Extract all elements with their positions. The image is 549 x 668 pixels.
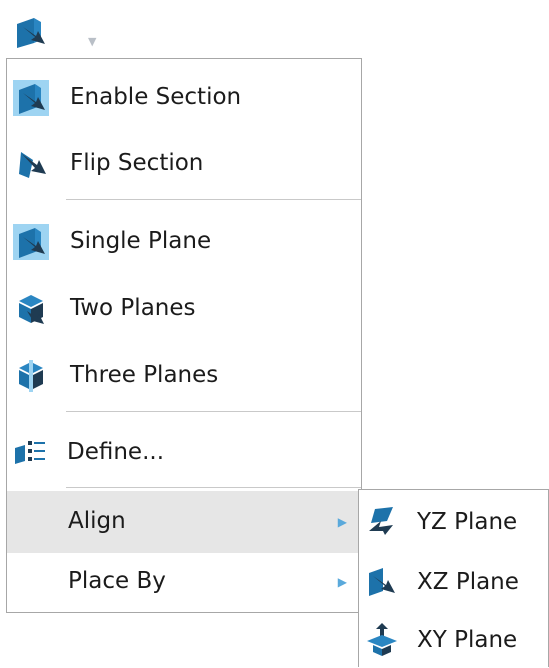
section-menu: Enable Section Flip Section Single Plane [6,58,362,613]
menu-item-label: Align [68,508,126,534]
menu-item-label: Define... [67,439,165,465]
menu-item-label: Two Planes [70,295,196,321]
three-planes-icon [13,358,49,394]
flip-section-icon [13,146,49,182]
yz-plane-icon [365,505,399,539]
xz-plane-icon [365,565,399,599]
menu-item-enable-section[interactable]: Enable Section [7,75,361,121]
single-plane-icon [13,224,49,260]
menu-item-align[interactable]: Align ▶ [7,491,361,553]
menu-item-label: Single Plane [70,228,212,254]
menu-item-label: Place By [68,568,166,594]
submenu-arrow-icon: ▶ [337,575,347,589]
menu-item-two-planes[interactable]: Two Planes [7,286,361,332]
menu-item-three-planes[interactable]: Three Planes [7,353,361,399]
menu-item-label: Enable Section [70,84,242,110]
xy-plane-icon [365,623,399,657]
menu-item-label: Three Planes [70,362,219,388]
submenu-arrow-icon: ▶ [337,515,347,529]
enable-section-icon [13,80,49,116]
submenu-item-yz-plane[interactable]: YZ Plane [359,494,548,550]
submenu-item-label: XZ Plane [417,569,519,595]
submenu-item-label: YZ Plane [417,509,518,535]
submenu-item-xy-plane[interactable]: XY Plane [359,612,548,668]
submenu-item-xz-plane[interactable]: XZ Plane [359,554,548,610]
menu-item-flip-section[interactable]: Flip Section [7,141,361,187]
section-toolbar-button[interactable]: ▼ [6,10,98,56]
submenu-item-label: XY Plane [417,627,518,653]
menu-item-define[interactable]: Define... [7,431,361,475]
menu-item-single-plane[interactable]: Single Plane [7,219,361,265]
menu-item-place-by[interactable]: Place By ▶ [7,555,361,611]
define-icon [13,435,49,471]
menu-separator [66,487,361,488]
chevron-down-icon[interactable]: ▼ [88,36,96,47]
two-planes-icon [13,291,49,327]
section-plane-icon[interactable] [14,16,50,50]
menu-item-label: Flip Section [70,150,204,176]
menu-separator [66,199,361,200]
menu-separator [66,411,361,412]
align-submenu: YZ Plane XZ Plane XY Plane [358,489,549,667]
